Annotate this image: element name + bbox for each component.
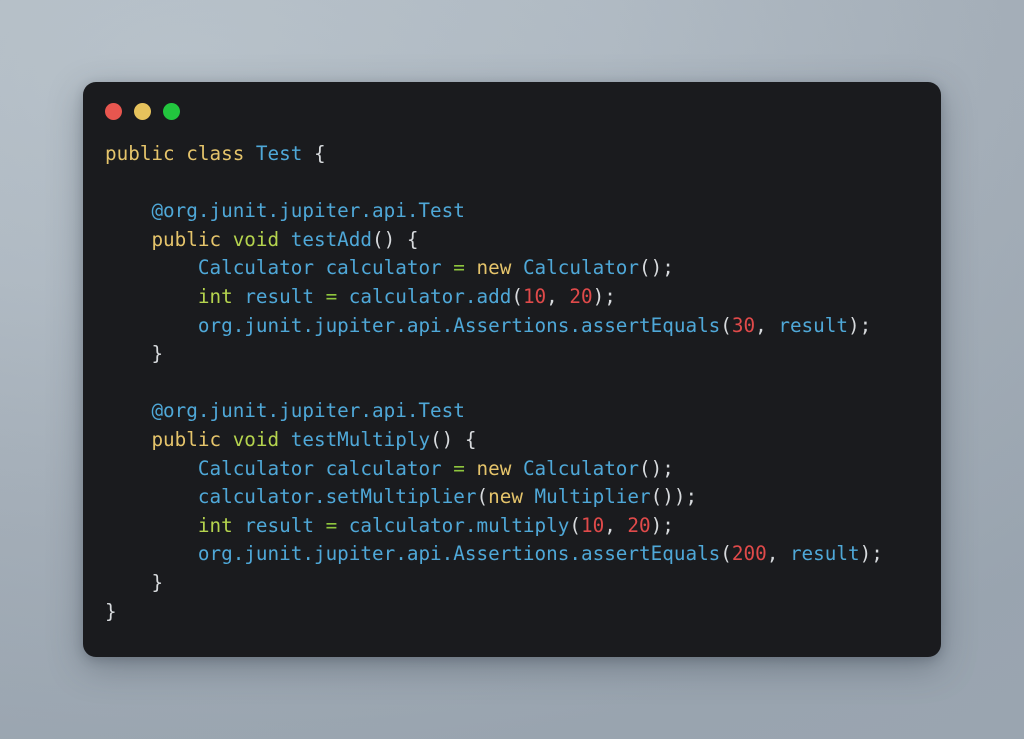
minimize-window-button[interactable] — [134, 102, 151, 120]
window-titlebar — [83, 82, 941, 140]
screenshot-stage: public class Test { @org.junit.jupiter.a… — [0, 0, 1024, 739]
code-area[interactable]: public class Test { @org.junit.jupiter.a… — [83, 140, 941, 657]
zoom-window-button[interactable] — [163, 102, 180, 120]
close-window-button[interactable] — [105, 102, 122, 120]
code-window: public class Test { @org.junit.jupiter.a… — [83, 82, 941, 657]
code-block[interactable]: public class Test { @org.junit.jupiter.a… — [105, 140, 919, 626]
